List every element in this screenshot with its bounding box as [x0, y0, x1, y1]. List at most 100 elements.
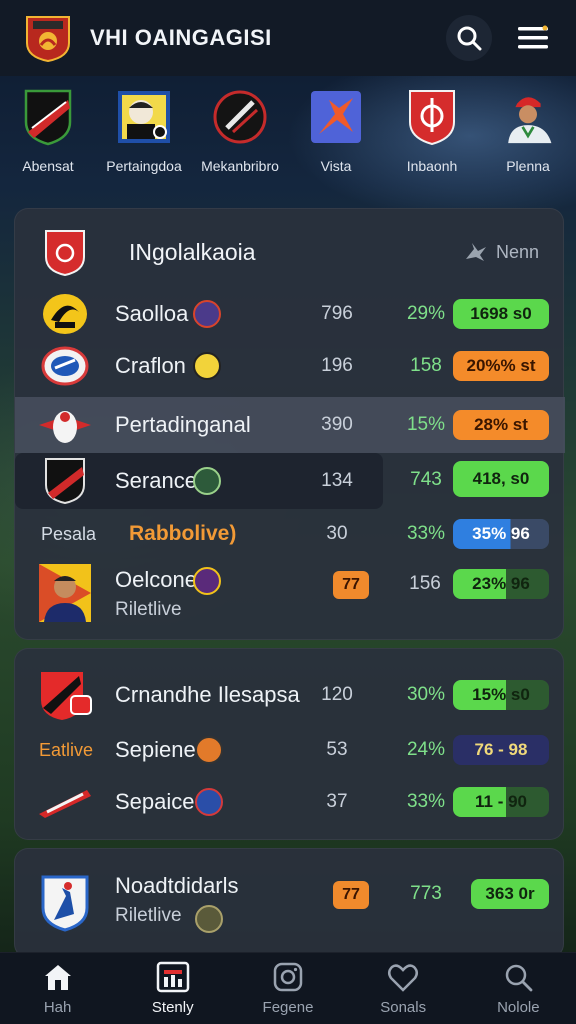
score-pill[interactable]: 23% 96 [453, 569, 549, 599]
orange-figure-crest-icon [309, 88, 363, 146]
score-pill[interactable]: 20%% st [453, 351, 549, 381]
star-sparkle-icon [465, 243, 486, 261]
score-pill[interactable]: 418, s0 [453, 461, 549, 497]
team-name: Vista [320, 158, 352, 174]
table-row[interactable]: Eatlive Sepiene 53 24% 76 - 98 [15, 725, 565, 775]
yellow-black-crest-icon [37, 290, 93, 338]
instagram-icon [271, 961, 305, 993]
team-chip[interactable]: Pertaingdoa [96, 88, 192, 174]
nav-item-social[interactable]: Sonals [353, 961, 453, 1016]
nav-label: Nolole [497, 999, 540, 1016]
table-row[interactable]: Pertadinganal 390 15% 28% st [15, 397, 565, 453]
portrait-badge-icon [117, 88, 171, 146]
stat-b: 24% [406, 739, 446, 760]
app-logo-icon[interactable] [20, 12, 76, 64]
table-row[interactable]: Crnandhe Ilesapsa 120 30% 15% s0 [15, 667, 565, 723]
score-pill[interactable]: 15% s0 [453, 680, 549, 710]
table-row[interactable]: Oelcone Riletlive 77 156 23% 96 [15, 559, 565, 629]
row-side-label: Eatlive [39, 739, 94, 760]
red-shield-icon [405, 88, 459, 146]
team-chip[interactable]: Vista [288, 88, 384, 174]
table-row[interactable]: Pesala Rabbolive) 30 33% 35% 96 [15, 509, 565, 559]
table-row[interactable]: Noadtdidarls Riletlive 77 773 363 0r [15, 867, 565, 937]
team-name: Craflon [115, 353, 186, 378]
team-name: Pertaingdoa [106, 158, 182, 174]
card-title: INgolalkaoia [129, 239, 256, 265]
team-chip[interactable]: Abensat [0, 88, 96, 174]
row-side-label: Pesala [41, 523, 97, 544]
heart-icon [386, 961, 420, 993]
player-photo-icon [501, 88, 555, 146]
stat-b: 33% [406, 523, 446, 544]
club-mini-badge-icon [193, 567, 221, 595]
black-red-shield-icon [37, 457, 93, 505]
team-sub-label: Riletlive [115, 905, 182, 926]
team-name: Plenna [506, 158, 550, 174]
hamburger-menu-icon [518, 25, 548, 49]
card-filter[interactable]: Nenn [462, 241, 539, 263]
team-name: Mekanbribro [201, 158, 279, 174]
menu-button[interactable] [510, 15, 556, 61]
club-mini-badge-icon [195, 905, 223, 933]
team-chip[interactable]: Plenna [480, 88, 576, 174]
team-name: Noadtdidarls [115, 873, 239, 898]
nav-item-search[interactable]: Nolole [468, 961, 568, 1016]
team-name: Sepaice [115, 789, 195, 814]
rank-tag: 77 [333, 571, 369, 599]
red-slash-icon [37, 778, 93, 826]
home-icon [41, 961, 75, 993]
table-row[interactable]: Sepaice 37 33% 11 - 90 [15, 777, 565, 827]
stat-a: 37 [326, 791, 348, 812]
team-chip[interactable]: Mekanbribro [192, 88, 288, 174]
score-pill[interactable]: 1698 s0 [453, 299, 549, 329]
rank-tag: 77 [333, 881, 369, 909]
team-name: Sepiene [115, 737, 196, 762]
stat-a: 390 [321, 414, 353, 435]
team-name: Oelcone [115, 567, 197, 592]
stat-b: 33% [406, 791, 446, 812]
team-name: Abensat [22, 158, 74, 174]
black-red-shield-icon [21, 88, 75, 146]
team-name: Serance [115, 468, 197, 493]
teams-strip: Abensat Pertaingdoa Mekanbribro Vista In… [0, 76, 576, 208]
stat-b: 30% [406, 684, 446, 705]
standings-card: Noadtdidarls Riletlive 77 773 363 0r [14, 848, 564, 958]
table-row[interactable]: Craflon 196 158 20%% st [15, 341, 565, 391]
stat-a: 120 [321, 684, 353, 705]
stat-b: 29% [406, 303, 446, 324]
nav-label: Hah [43, 999, 72, 1016]
player-portrait-icon [37, 563, 93, 623]
score-pill[interactable]: 35% 96 [453, 519, 549, 549]
stat-a: 53 [326, 739, 348, 760]
stat-b: 773 [410, 883, 442, 904]
team-name: Inbaonh [406, 158, 458, 174]
score-pill[interactable]: 363 0r [471, 879, 549, 909]
red-shield-icon [37, 229, 93, 277]
club-mini-badge-icon [193, 352, 221, 380]
search-icon [457, 26, 482, 51]
app-title: VHI OAINGAGISI [90, 25, 272, 50]
nav-item-stats[interactable]: Stenly [123, 961, 223, 1016]
bottom-navigation: Hah Stenly Fegene Sonals Nolole [0, 952, 576, 1024]
score-pill[interactable]: 28% st [453, 410, 549, 440]
stat-a: 796 [321, 303, 353, 324]
search-icon [501, 961, 535, 993]
club-mini-badge-icon [195, 788, 223, 816]
club-mini-badge-icon [193, 300, 221, 328]
search-button[interactable] [446, 15, 492, 61]
score-pill[interactable]: 76 - 98 [453, 735, 549, 765]
team-chip[interactable]: Inbaonh [384, 88, 480, 174]
stats-icon [156, 961, 190, 993]
stat-b: 15% [406, 414, 446, 435]
team-name: Rabbolive) [129, 522, 237, 545]
top-bar: VHI OAINGAGISI [0, 0, 576, 76]
score-pill[interactable]: 11 - 90 [453, 787, 549, 817]
stat-b: 743 [410, 469, 442, 490]
table-row[interactable]: Saolloa 796 29% 1698 s0 [15, 289, 565, 339]
stat-a: 134 [321, 470, 353, 491]
nav-item-feed[interactable]: Fegene [238, 961, 338, 1016]
nav-item-home[interactable]: Hah [8, 961, 108, 1016]
club-mini-badge-icon [193, 467, 221, 495]
stat-a: 196 [321, 355, 353, 376]
table-row[interactable]: Serance 134 [15, 453, 383, 509]
